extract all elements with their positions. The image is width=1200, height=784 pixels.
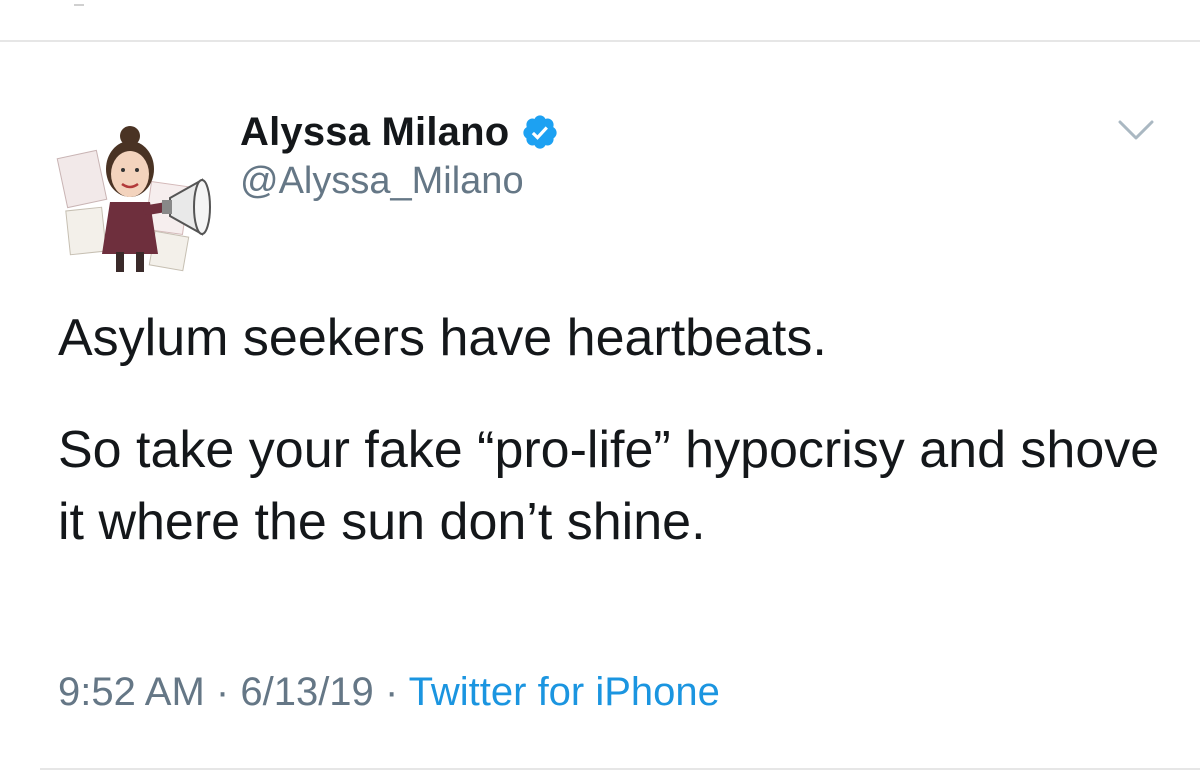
tweet-time[interactable]: 9:52 AM [58, 670, 205, 714]
author-row[interactable]: Alyssa Milano [240, 104, 559, 160]
tweet-card[interactable]: Alyssa Milano @Alyssa_Milano Asylum seek… [0, 42, 1200, 768]
tweet-text-paragraph-1: Asylum seekers have heartbeats. [58, 309, 827, 367]
previous-item-stub [74, 0, 84, 6]
display-name[interactable]: Alyssa Milano [240, 110, 509, 155]
tweet-text: Asylum seekers have heartbeats. So take … [58, 302, 1168, 558]
verified-badge-icon [523, 115, 557, 149]
tweet-source-link[interactable]: Twitter for iPhone [409, 670, 720, 714]
avatar[interactable] [52, 114, 222, 284]
tweet-text-paragraph-2: So take your fake “pro-life” hypocrisy a… [58, 421, 1160, 551]
meta-separator: · [215, 670, 230, 714]
meta-separator: · [384, 670, 399, 714]
user-handle[interactable]: @Alyssa_Milano [240, 160, 524, 203]
chevron-down-icon[interactable] [1116, 116, 1156, 146]
avatar-illustration [52, 114, 222, 284]
tweet-metadata: 9:52 AM · 6/13/19 · Twitter for iPhone [58, 670, 720, 715]
tweet-date[interactable]: 6/13/19 [240, 670, 373, 714]
bottom-divider [40, 768, 1200, 770]
